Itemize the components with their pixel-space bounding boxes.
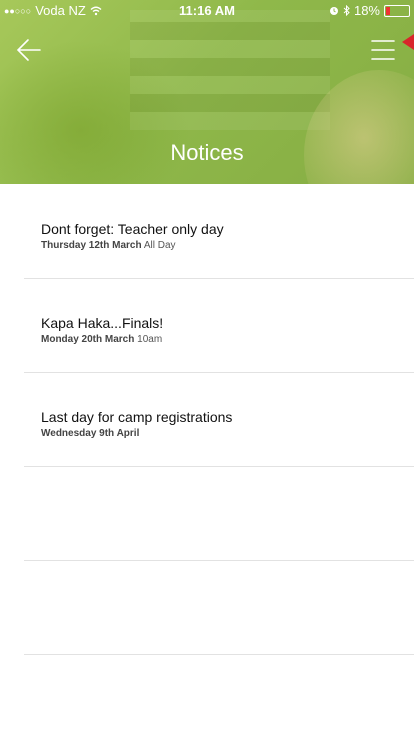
notice-datetime: Thursday 12th March All Day [41, 240, 176, 251]
notice-item[interactable]: Dont forget: Teacher only day Thursday 1… [24, 184, 414, 279]
header-banner: ●●○○○ Voda NZ 11:16 AM 18% Notices [0, 0, 414, 184]
notice-item[interactable]: Kapa Haka...Finals! Monday 20th March 10… [24, 278, 414, 373]
status-bar: ●●○○○ Voda NZ 11:16 AM 18% [0, 0, 414, 20]
notice-title: Last day for camp registrations [41, 409, 233, 425]
battery-level-fill [386, 6, 390, 15]
notice-datetime: Monday 20th March 10am [41, 334, 162, 345]
status-right: 18% [329, 3, 410, 18]
back-arrow-icon[interactable] [10, 34, 42, 66]
notice-date: Thursday 12th March [41, 240, 142, 251]
battery-icon [384, 4, 410, 17]
empty-row [24, 560, 414, 655]
background-texture [130, 10, 330, 130]
notice-time: All Day [143, 240, 176, 251]
notice-date: Wednesday 9th April [41, 428, 140, 439]
alarm-icon [329, 6, 338, 15]
notice-date: Monday 20th March [41, 334, 135, 345]
notice-item[interactable]: Last day for camp registrations Wednesda… [24, 372, 414, 467]
notice-title: Dont forget: Teacher only day [41, 221, 224, 237]
hamburger-menu-icon[interactable] [368, 36, 402, 64]
battery-percent: 18% [353, 3, 380, 18]
page-title: Notices [170, 140, 244, 165]
notice-title: Kapa Haka...Finals! [41, 315, 164, 331]
notice-datetime: Wednesday 9th April [41, 428, 139, 439]
bluetooth-icon [343, 5, 350, 16]
notice-time: 10am [137, 334, 163, 345]
red-pointer-icon [402, 34, 414, 50]
empty-row [24, 466, 414, 561]
